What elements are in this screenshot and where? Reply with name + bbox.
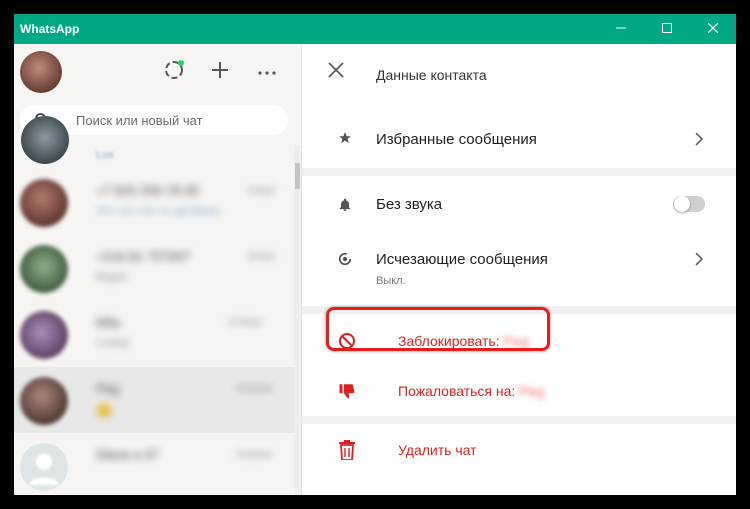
status-ring-icon	[163, 59, 185, 86]
chat-avatar	[20, 179, 68, 227]
chat-list-pane: Lux +7 925 256-78-35 вчера Это чат, как …	[14, 44, 301, 495]
close-icon	[707, 20, 719, 38]
chat-avatar	[20, 377, 68, 425]
delete-chat-row[interactable]: Удалить чат	[302, 428, 736, 476]
left-header	[14, 44, 301, 100]
new-chat-button[interactable]	[207, 59, 233, 85]
chat-list-item[interactable]: +7 925 256-78-35 вчера Это чат, как ты д…	[14, 169, 294, 235]
chat-name: Diana и 47	[96, 447, 159, 462]
trash-icon	[338, 440, 356, 465]
toggle-knob	[674, 196, 690, 212]
chat-preview: Это чат, как ты делаешь	[96, 205, 220, 217]
section-divider	[302, 416, 736, 424]
maximize-icon	[662, 20, 672, 38]
chat-avatar	[21, 116, 69, 164]
chat-time: четверг	[228, 317, 263, 328]
chat-time: вчера	[248, 185, 275, 196]
blurred-contact-name: Peg	[503, 333, 529, 349]
blurred-contact-name: Peg	[519, 383, 545, 399]
disappearing-messages-row[interactable]: Исчезающие сообщения Выкл.	[302, 236, 736, 294]
status-button[interactable]	[161, 59, 187, 85]
chat-preview: Видео	[96, 271, 129, 283]
contact-info-title: Данные контакта	[376, 67, 487, 83]
minimize-button[interactable]	[598, 14, 644, 44]
chat-preview: Lux	[96, 149, 114, 161]
delete-chat-label: Удалить чат	[398, 442, 477, 458]
chat-list-item[interactable]: Lux	[14, 107, 294, 173]
window-title: WhatsApp	[20, 22, 80, 36]
mute-toggle[interactable]	[673, 196, 705, 212]
chat-name: Mila	[96, 315, 120, 330]
mute-row[interactable]: Без звука	[302, 176, 736, 230]
contact-info-header: Данные контакта	[302, 44, 736, 100]
close-contact-info-button[interactable]	[324, 60, 348, 84]
maximize-button[interactable]	[644, 14, 690, 44]
scrollbar-thumb[interactable]	[295, 163, 300, 189]
report-contact-row[interactable]: Пожаловаться на: Peg	[302, 370, 736, 416]
chat-list: Lux +7 925 256-78-35 вчера Это чат, как …	[14, 116, 294, 495]
starred-messages-row[interactable]: Избранные сообщения	[302, 114, 736, 166]
contact-info-pane: Данные контакта Избранные сообщения Без …	[301, 44, 736, 495]
chat-time: вторник	[236, 449, 273, 460]
chat-list-item-selected[interactable]: Peg вторник 😊	[14, 367, 294, 433]
report-contact-label: Пожаловаться на: Peg	[398, 383, 545, 399]
starred-messages-label: Избранные сообщения	[376, 131, 537, 148]
block-contact-label: Заблокировать: Peg	[398, 333, 529, 349]
disappearing-messages-label: Исчезающие сообщения	[376, 251, 548, 268]
chat-list-item[interactable]: +216 81 707007 вчера Видео	[14, 235, 294, 301]
more-horizontal-icon	[258, 63, 276, 81]
chat-preview: 😊	[96, 403, 113, 418]
chevron-right-icon	[695, 252, 704, 271]
chat-list-item[interactable]: Mila четверг стикер	[14, 301, 294, 367]
block-icon	[338, 332, 356, 355]
block-contact-row[interactable]: Заблокировать: Peg	[302, 320, 736, 366]
title-bar: WhatsApp	[14, 14, 736, 44]
section-divider	[302, 168, 736, 176]
section-divider	[302, 306, 736, 314]
bell-icon	[338, 198, 352, 217]
plus-icon	[211, 61, 229, 84]
chat-preview: стикер	[96, 337, 130, 349]
chat-time: вторник	[236, 383, 273, 394]
chat-avatar	[20, 245, 68, 293]
app-window: WhatsApp Поиск или новый чат Lux +7 925 …	[14, 14, 736, 495]
chat-list-item[interactable]: Diana и 47 вторник	[14, 433, 294, 495]
close-icon	[328, 61, 344, 83]
star-icon	[338, 131, 352, 150]
chevron-right-icon	[695, 132, 704, 151]
chat-time: вчера	[248, 251, 275, 262]
chat-avatar	[20, 311, 68, 359]
profile-avatar[interactable]	[20, 51, 62, 93]
menu-button[interactable]	[254, 59, 280, 85]
thumbs-down-icon	[338, 382, 356, 405]
timer-icon	[338, 252, 352, 271]
chat-name: Peg	[96, 381, 120, 396]
chat-name: +216 81 707007	[96, 249, 191, 264]
chat-list-scrollbar[interactable]	[294, 145, 301, 495]
disappearing-messages-status: Выкл.	[376, 275, 406, 287]
mute-label: Без звука	[376, 196, 443, 213]
chat-name: +7 925 256-78-35	[96, 183, 200, 198]
close-window-button[interactable]	[690, 14, 736, 44]
minimize-icon	[616, 20, 626, 38]
chat-avatar	[20, 443, 68, 491]
